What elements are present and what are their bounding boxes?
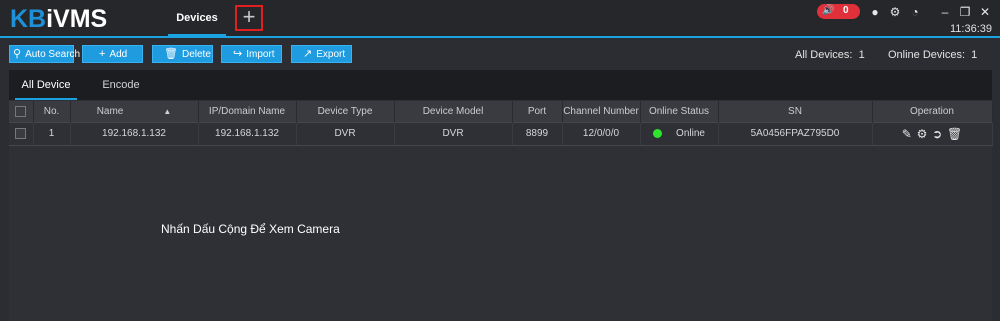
edit-icon[interactable]: ✎ <box>902 127 912 141</box>
online-status-dot <box>653 128 663 138</box>
cell-device-model: DVR <box>394 121 513 146</box>
minimize-icon[interactable]: – <box>937 4 953 20</box>
tab-encode-device[interactable]: Encode Device <box>85 70 157 121</box>
online-devices-count: Online Devices: 1 <box>888 49 978 61</box>
clock: 11:36:39 <box>949 23 992 35</box>
device-subtabs: All Device Encode Device <box>9 70 992 121</box>
close-icon[interactable]: ✕ <box>977 4 993 20</box>
table-header-row: No. Name ▲ IP/Domain Name Device Type Dev… <box>9 101 993 122</box>
header-no: No. <box>33 101 71 122</box>
all-devices-count: All Devices: 1 <box>795 49 865 61</box>
sort-asc-icon: ▲ <box>163 106 172 116</box>
delete-button[interactable]: 🗑 Delete <box>152 45 213 63</box>
tab-devices[interactable]: Devices <box>168 0 226 36</box>
user-icon[interactable]: ● <box>867 4 883 20</box>
header-operation: Operation <box>872 101 993 122</box>
header-sn: SN <box>718 101 873 122</box>
cell-port: 8899 <box>512 121 563 146</box>
device-panel: All Device Encode Device No. Name▲ IP/Do… <box>9 70 993 321</box>
cell-channel-number: 12/0/0/0 <box>562 121 641 146</box>
row-checkbox[interactable] <box>15 127 27 139</box>
add-button[interactable]: + Add <box>82 45 143 63</box>
toolbar: ⚲ Auto Search + Add 🗑 Delete ↪ Import ↗ Expor… <box>0 40 1000 70</box>
cell-device-type: DVR <box>296 121 395 146</box>
cell-no: 1 <box>33 121 71 146</box>
header-name[interactable]: Name ▲ <box>70 101 199 122</box>
cell-name: 192.168.1.132 <box>70 121 199 146</box>
export-icon: ↗ <box>303 48 313 60</box>
plus-icon: + <box>99 48 106 60</box>
device-table: No. Name ▲ IP/Domain Name Device Type Dev… <box>9 101 993 146</box>
row-select-cell <box>9 121 34 146</box>
gear-icon[interactable]: ⚙ <box>887 4 903 20</box>
auto-search-button[interactable]: ⚲ Auto Search <box>9 45 80 63</box>
cell-operation: ✎ ⚙ ➲ 🗑 <box>872 121 993 146</box>
tab-all-device[interactable]: All Device <box>15 70 77 100</box>
select-all-header <box>9 101 34 122</box>
cell-ip: 192.168.1.132 <box>198 121 297 146</box>
header-ip: IP/Domain Name <box>198 101 297 122</box>
delete-icon[interactable]: 🗑 <box>947 127 962 141</box>
speaker-icon: 🔊 <box>822 5 835 16</box>
alarm-count: 0 <box>843 5 849 16</box>
export-button[interactable]: ↗ Export <box>291 45 352 63</box>
header-device-model: Device Model <box>394 101 513 122</box>
header-device-type: Device Type <box>296 101 395 122</box>
header-online-status: Online Status <box>640 101 719 122</box>
title-bar: KBiVMS Devices + 🔊 0 ● ⚙ ◔ – ❐ ✕ 11:36:3… <box>0 0 1000 38</box>
search-icon: ⚲ <box>13 48 22 60</box>
hint-text: Nhấn Dấu Cộng Để Xem Camera <box>161 222 340 236</box>
restore-icon[interactable]: ❐ <box>957 4 973 20</box>
import-button[interactable]: ↪ Import <box>221 45 282 63</box>
alarm-badge[interactable]: 🔊 0 <box>817 4 860 19</box>
header-port: Port <box>512 101 563 122</box>
gauge-icon[interactable]: ◔ <box>907 4 923 20</box>
header-channel-number: Channel Number <box>562 101 641 122</box>
logout-icon[interactable]: ➲ <box>932 127 942 141</box>
import-icon: ↪ <box>233 48 243 60</box>
cell-sn: 5A0456FPAZ795D0 <box>718 121 873 146</box>
trash-icon: 🗑 <box>164 48 178 60</box>
config-icon[interactable]: ⚙ <box>917 127 928 141</box>
table-row[interactable]: 1 192.168.1.132 192.168.1.132 DVR DVR 88… <box>9 121 993 146</box>
app-logo: KBiVMS <box>10 5 108 33</box>
add-tab-button[interactable]: + <box>235 5 263 31</box>
cell-online-status: Online <box>640 121 719 146</box>
select-all-checkbox[interactable] <box>15 105 27 117</box>
